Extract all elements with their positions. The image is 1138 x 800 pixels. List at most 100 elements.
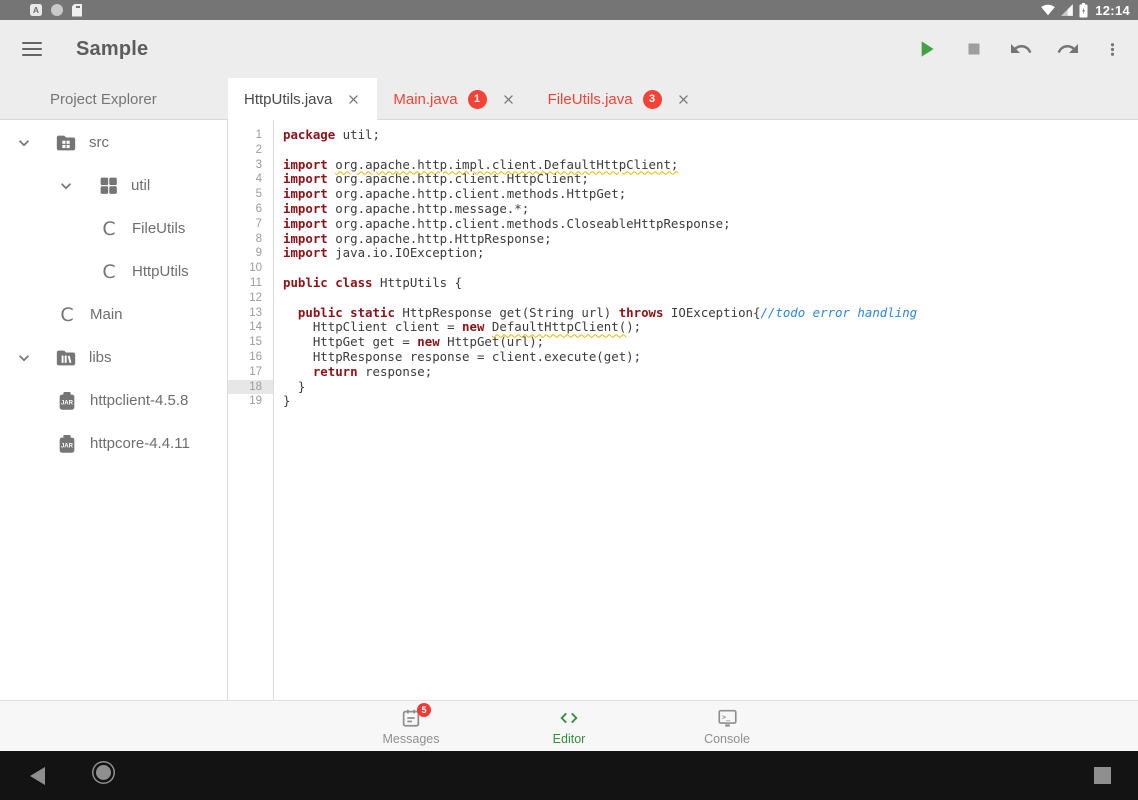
- folder-library-icon: [55, 347, 77, 369]
- code-editor[interactable]: 1package util;23import org.apache.http.i…: [228, 120, 1138, 700]
- redo-icon[interactable]: [1056, 37, 1080, 61]
- code-text: import org.apache.http.message.*;: [273, 202, 529, 217]
- jar-icon: JAR: [56, 433, 78, 455]
- back-button[interactable]: [30, 767, 45, 785]
- app-title: Sample: [76, 38, 148, 61]
- nav-item-console[interactable]: >_ Console: [691, 707, 763, 746]
- class-glyph: C: [102, 261, 115, 283]
- android-navigation-bar: [0, 751, 1138, 800]
- close-icon[interactable]: [501, 92, 516, 107]
- code-line[interactable]: 14 HttpClient client = new DefaultHttpCl…: [228, 320, 1138, 335]
- tree-item-httputils[interactable]: C HttpUtils: [0, 250, 227, 293]
- code-line[interactable]: 10: [228, 261, 1138, 276]
- kebab-menu-icon[interactable]: [1103, 40, 1122, 59]
- line-number: 4: [228, 172, 273, 187]
- tree-item-util[interactable]: util: [0, 164, 227, 207]
- chevron-down-icon[interactable]: [14, 133, 55, 153]
- code-line[interactable]: 1package util;: [228, 128, 1138, 143]
- package-icon: [97, 175, 119, 197]
- tab-label: HttpUtils.java: [244, 91, 332, 108]
- code-line[interactable]: 16 HttpResponse response = client.execut…: [228, 350, 1138, 365]
- tab-main-java[interactable]: Main.java1: [377, 78, 531, 120]
- play-icon[interactable]: [913, 36, 939, 62]
- code-line[interactable]: 19}: [228, 394, 1138, 409]
- code-text: }: [273, 394, 290, 409]
- code-line[interactable]: 18 }: [228, 380, 1138, 395]
- line-number: 6: [228, 202, 273, 217]
- chevron-down-icon[interactable]: [56, 176, 97, 196]
- tree-item-label: FileUtils: [132, 220, 185, 237]
- notification-icons: A: [30, 4, 82, 17]
- toolbar-actions: [913, 36, 1122, 62]
- stop-icon[interactable]: [962, 37, 986, 61]
- tab-fileutils-java[interactable]: FileUtils.java3: [532, 78, 707, 120]
- nav-item-label: Console: [704, 732, 750, 746]
- code-line[interactable]: 15 HttpGet get = new HttpGet(url);: [228, 335, 1138, 350]
- chevron-down-icon[interactable]: [14, 348, 55, 368]
- class-icon: C: [98, 218, 120, 240]
- code-line[interactable]: 8import org.apache.http.HttpResponse;: [228, 232, 1138, 247]
- line-number: 10: [228, 261, 273, 276]
- console-icon: >_: [716, 707, 739, 729]
- tree-item-libs[interactable]: libs: [0, 336, 227, 379]
- code-line[interactable]: 5import org.apache.http.client.methods.H…: [228, 187, 1138, 202]
- folder-package-icon: [55, 132, 77, 154]
- tree-item-label: httpclient-4.5.8: [90, 392, 188, 409]
- code-text: HttpClient client = new DefaultHttpClien…: [273, 320, 641, 335]
- code-line[interactable]: 11public class HttpUtils {: [228, 276, 1138, 291]
- nav-item-messages[interactable]: 5 Messages: [375, 707, 447, 746]
- editor-tabs: HttpUtils.java Main.java1FileUtils.java3: [228, 78, 707, 120]
- undo-icon[interactable]: [1009, 37, 1033, 61]
- code-line[interactable]: 7import org.apache.http.client.methods.C…: [228, 217, 1138, 232]
- tab-label: FileUtils.java: [548, 91, 633, 108]
- class-glyph: C: [102, 218, 115, 240]
- home-button[interactable]: [96, 765, 111, 780]
- code-text: HttpResponse response = client.execute(g…: [273, 350, 641, 365]
- tab-error-badge: 1: [468, 90, 487, 109]
- wifi-icon: [1041, 3, 1055, 17]
- tree-item-src[interactable]: src: [0, 121, 227, 164]
- code-text: package util;: [273, 128, 380, 143]
- class-icon: C: [56, 304, 78, 326]
- code-line[interactable]: 13 public static HttpResponse get(String…: [228, 306, 1138, 321]
- line-number: 11: [228, 276, 273, 291]
- line-number: 16: [228, 350, 273, 365]
- code-line[interactable]: 2: [228, 143, 1138, 158]
- tree-item-httpclient-4-5-8[interactable]: JARhttpclient-4.5.8: [0, 379, 227, 422]
- nav-item-editor[interactable]: Editor: [533, 707, 605, 746]
- sdcard-notification-icon: [72, 4, 82, 17]
- code-text: import org.apache.http.impl.client.Defau…: [273, 158, 678, 173]
- class-glyph: C: [60, 304, 73, 326]
- line-number: 15: [228, 335, 273, 350]
- code-icon: [557, 707, 581, 729]
- class-icon: C: [98, 261, 120, 283]
- svg-text:>_: >_: [722, 713, 731, 721]
- tree-item-httpcore-4-4-11[interactable]: JARhttpcore-4.4.11: [0, 422, 227, 465]
- menu-icon[interactable]: [22, 42, 42, 56]
- tree-item-fileutils[interactable]: C FileUtils: [0, 207, 227, 250]
- tree-item-label: util: [131, 177, 150, 194]
- messages-icon: 5: [400, 707, 422, 729]
- close-icon[interactable]: [676, 92, 691, 107]
- tab-bar: Project Explorer HttpUtils.java Main.java…: [0, 78, 1138, 120]
- code-line[interactable]: 4import org.apache.http.client.HttpClien…: [228, 172, 1138, 187]
- tree-item-label: HttpUtils: [132, 263, 189, 280]
- tree-item-main[interactable]: CMain: [0, 293, 227, 336]
- line-number: 8: [228, 232, 273, 247]
- recents-button[interactable]: [1094, 767, 1111, 784]
- code-line[interactable]: 17 return response;: [228, 365, 1138, 380]
- tab-httputils-java[interactable]: HttpUtils.java: [228, 78, 377, 120]
- project-explorer-label: Project Explorer: [50, 78, 157, 120]
- code-line[interactable]: 6import org.apache.http.message.*;: [228, 202, 1138, 217]
- code-text: import org.apache.http.HttpResponse;: [273, 232, 552, 247]
- code-text: return response;: [273, 365, 432, 380]
- nav-item-label: Messages: [383, 732, 440, 746]
- close-icon[interactable]: [346, 92, 361, 107]
- code-line[interactable]: 3import org.apache.http.impl.client.Defa…: [228, 158, 1138, 173]
- code-line[interactable]: 12: [228, 291, 1138, 306]
- code-text: import java.io.IOException;: [273, 246, 484, 261]
- status-time: 12:14: [1095, 3, 1130, 18]
- code-text: [273, 261, 283, 276]
- code-line[interactable]: 9import java.io.IOException;: [228, 246, 1138, 261]
- circle-notification-icon: [51, 4, 63, 16]
